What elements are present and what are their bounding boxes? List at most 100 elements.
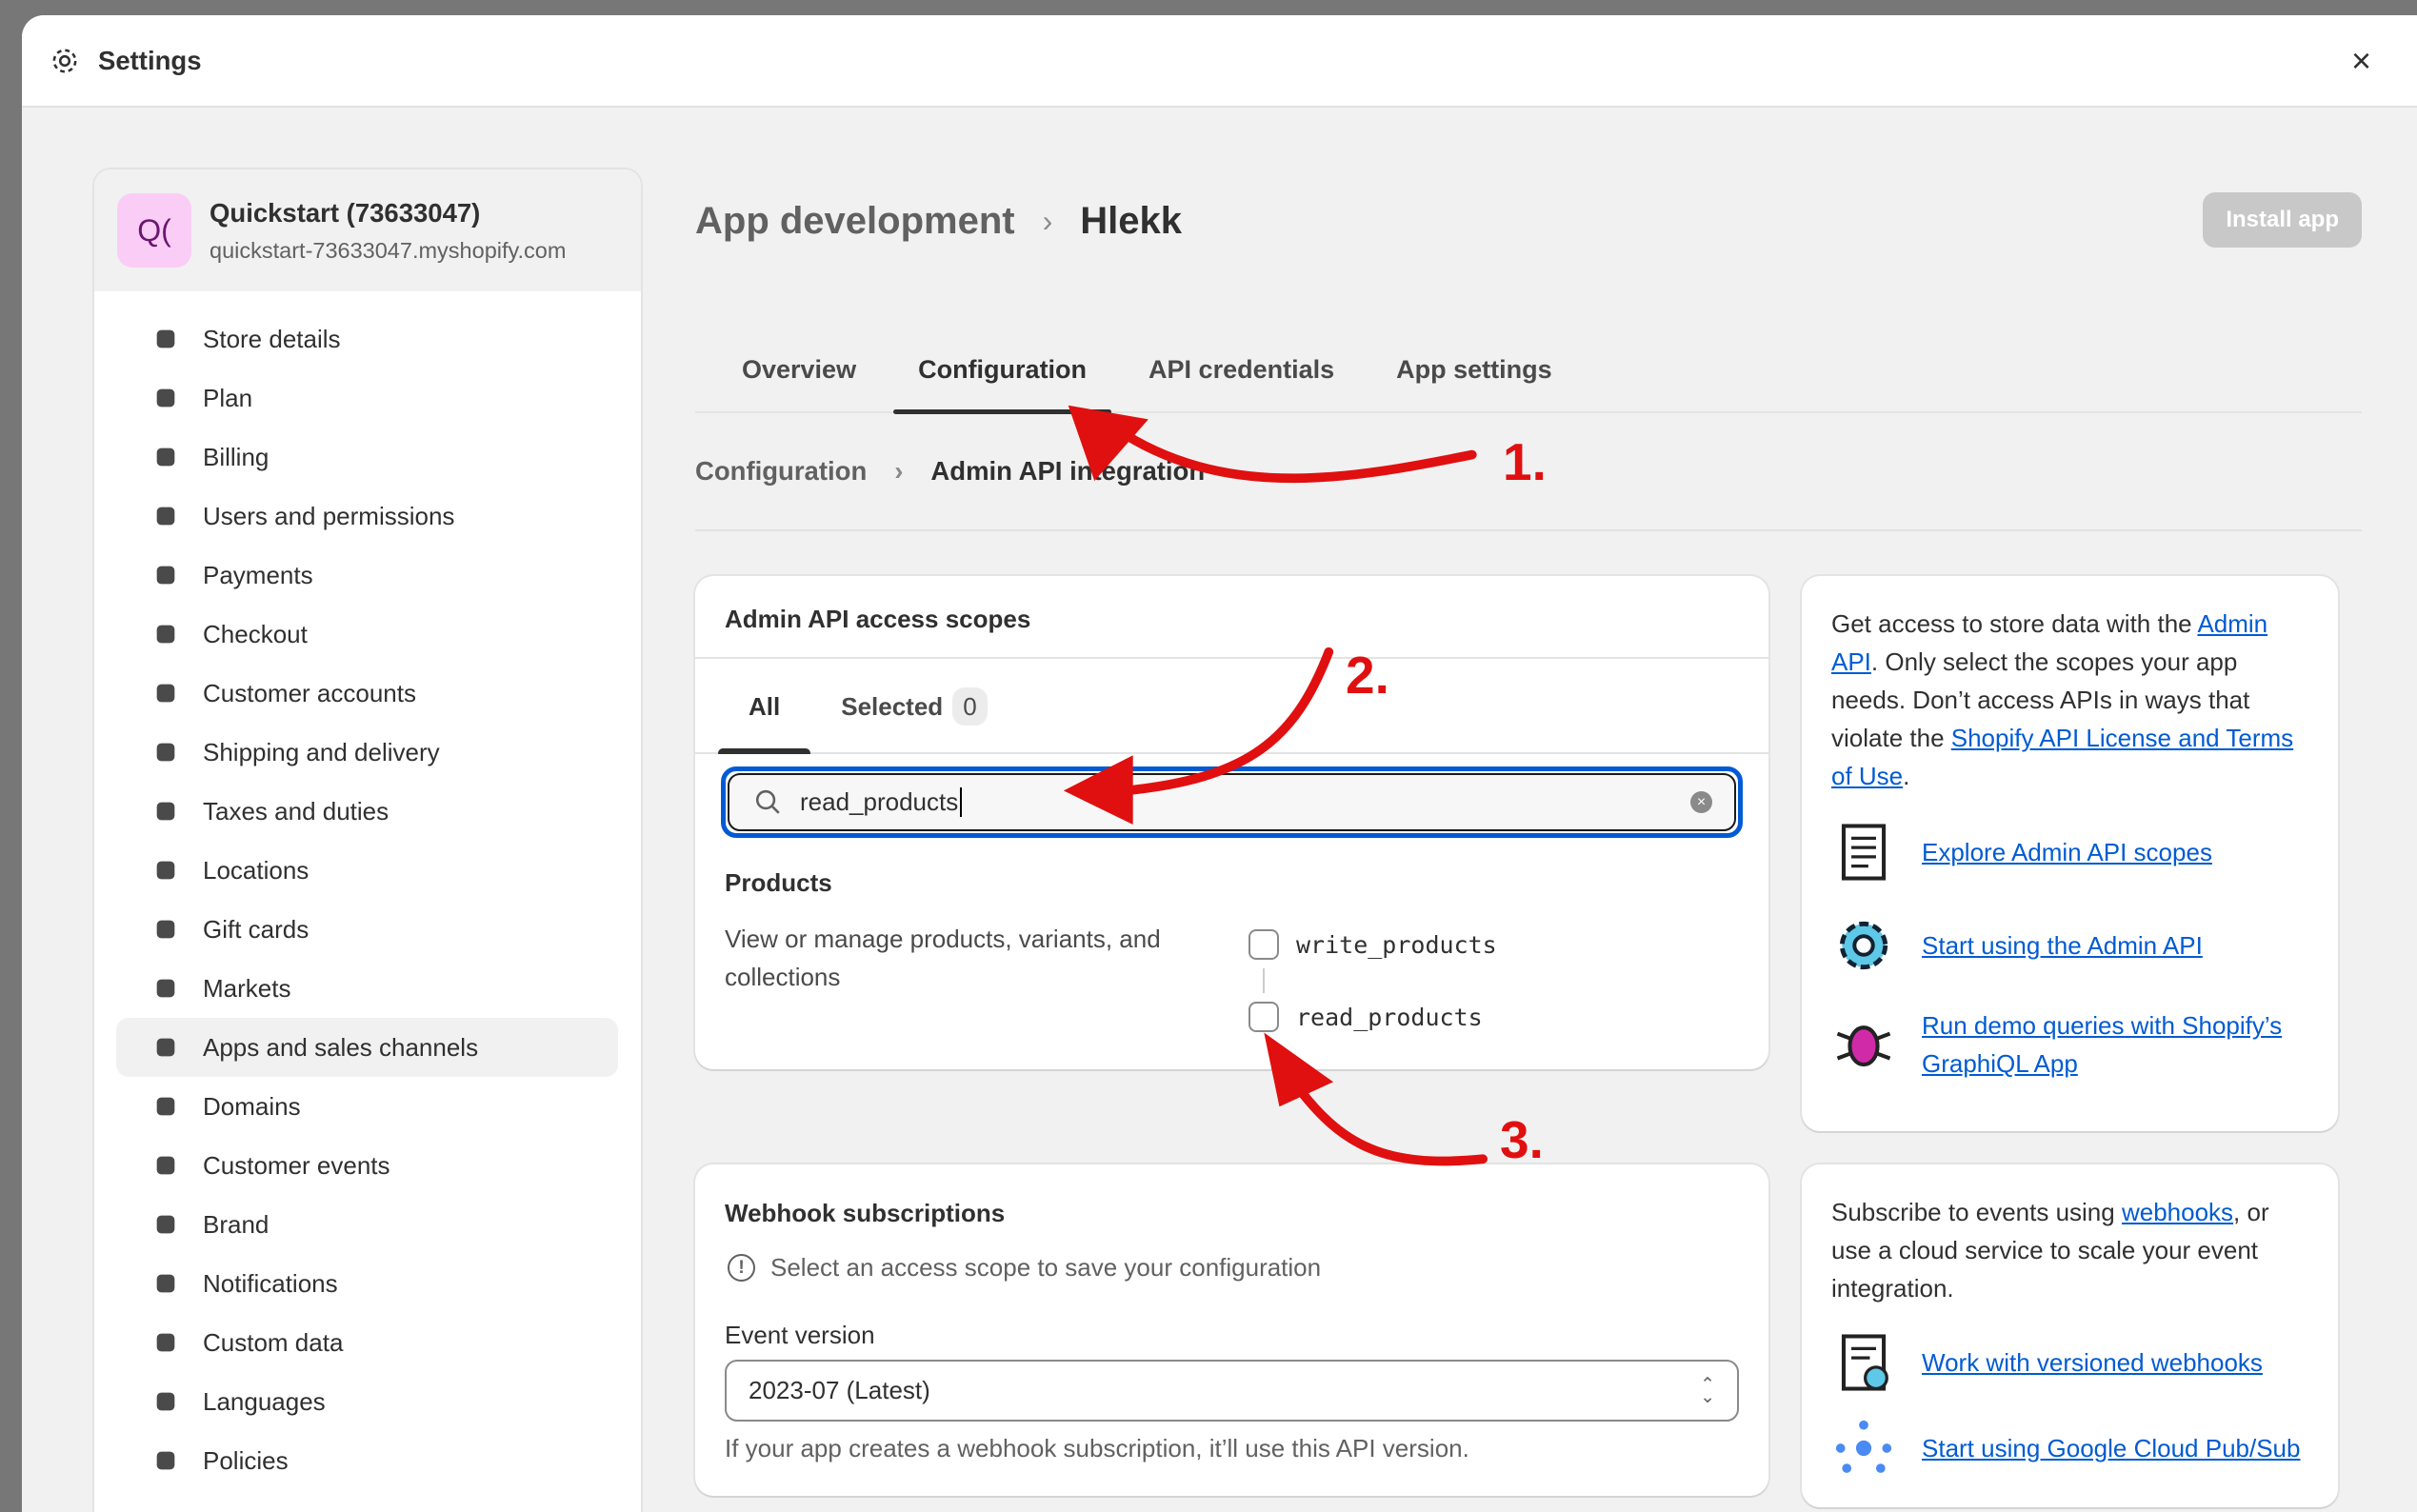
sidebar-item-customer-accounts[interactable]: Customer accounts (116, 664, 618, 723)
sidebar-item-domains[interactable]: Domains (116, 1077, 618, 1136)
language-icon (150, 1386, 181, 1417)
access-scopes-card: Admin API access scopes All Selected 0 re… (695, 576, 1768, 1069)
sidebar-item-checkout[interactable]: Checkout (116, 605, 618, 664)
event-version-label: Event version (725, 1321, 875, 1349)
google-pubsub-link[interactable]: Start using Google Cloud Pub/Sub (1922, 1429, 2300, 1467)
billing-icon (150, 442, 181, 472)
sidebar-item-customer-events[interactable]: Customer events (116, 1136, 618, 1195)
install-app-button[interactable]: Install app (2203, 192, 2362, 248)
event-version-select[interactable]: 2023-07 (Latest) ⌃ ⌄ (725, 1360, 1739, 1422)
main-content: App development › Hlekk Install app Over… (695, 168, 2417, 1507)
document-icon (1841, 824, 1887, 881)
start-admin-api-link[interactable]: Start using the Admin API (1922, 926, 2203, 965)
search-value: read_products (800, 787, 963, 817)
store-icon (150, 324, 181, 354)
versioned-webhooks-link[interactable]: Work with versioned webhooks (1922, 1343, 2263, 1382)
sidebar-item-store-details[interactable]: Store details (116, 309, 618, 368)
sidebar-item-policies[interactable]: Policies (116, 1431, 618, 1490)
tab-overview[interactable]: Overview (717, 327, 881, 411)
search-icon (755, 789, 780, 814)
info-text: Subscribe to events using (1831, 1198, 2122, 1226)
window-title: Settings (98, 45, 202, 75)
sidebar-item-shipping-and-delivery[interactable]: Shipping and delivery (116, 723, 618, 782)
title-bar: Settings × (22, 15, 2417, 108)
scope-option-read-products[interactable]: read_products (1248, 998, 1497, 1036)
document-clock-icon (1841, 1334, 1888, 1391)
explore-scopes-link[interactable]: Explore Admin API scopes (1922, 833, 2212, 871)
events-icon (150, 1150, 181, 1181)
page-header: App development › Hlekk (695, 168, 2417, 275)
sidebar-item-label: Users and permissions (203, 501, 455, 530)
sidebar-item-markets[interactable]: Markets (116, 959, 618, 1018)
sidebar-item-payments[interactable]: Payments (116, 546, 618, 605)
bell-icon (150, 1268, 181, 1299)
tab-app-settings[interactable]: App settings (1371, 327, 1577, 411)
select-value: 2023-07 (Latest) (749, 1376, 930, 1404)
truck-icon (150, 737, 181, 767)
close-button[interactable]: × (2351, 41, 2371, 81)
tab-all[interactable]: All (718, 659, 811, 754)
scope-connector (1263, 968, 1265, 993)
page-title: Hlekk (1080, 200, 1182, 242)
card-title: Admin API access scopes (695, 576, 1768, 659)
alert-icon: ! (728, 1254, 755, 1282)
cart-icon (150, 619, 181, 649)
annotation-step-2: 2. (1346, 646, 1389, 705)
sidebar-item-label: Checkout (203, 619, 308, 648)
annotation-step-3: 3. (1500, 1110, 1544, 1169)
read-products-checkbox[interactable] (1248, 1002, 1279, 1032)
chevron-right-icon: › (894, 456, 904, 486)
store-domain: quickstart-73633047.myshopify.com (210, 237, 567, 263)
sidebar-item-custom-data[interactable]: Custom data (116, 1313, 618, 1372)
sidebar-item-locations[interactable]: Locations (116, 841, 618, 900)
location-icon (150, 855, 181, 885)
tab-api-credentials[interactable]: API credentials (1124, 327, 1359, 411)
sidebar-item-apps-and-sales-channels[interactable]: Apps and sales channels (116, 1018, 618, 1077)
sidebar-item-languages[interactable]: Languages (116, 1372, 618, 1431)
scope-label: read_products (1296, 1003, 1483, 1031)
brand-icon (150, 1209, 181, 1240)
app-tabs: Overview Configuration API credentials A… (695, 327, 2362, 414)
sidebar-item-gift-cards[interactable]: Gift cards (116, 900, 618, 959)
scope-search-input[interactable]: read_products × (721, 766, 1743, 838)
write-products-checkbox[interactable] (1248, 929, 1279, 960)
network-icon (1835, 1420, 1892, 1473)
tab-configuration[interactable]: Configuration (893, 327, 1112, 414)
sidebar-item-label: Plan (203, 383, 253, 412)
webhooks-info-card: Subscribe to events using webhooks, or u… (1802, 1164, 2338, 1507)
plan-icon (150, 383, 181, 413)
sidebar-item-label: Billing (203, 442, 270, 471)
sidebar-item-label: Brand (203, 1209, 270, 1239)
info-text: . (1903, 762, 1910, 790)
scope-group-title: Products (725, 868, 832, 897)
domain-icon (150, 1091, 181, 1122)
clear-search-icon[interactable]: × (1690, 791, 1712, 813)
sidebar-item-users-and-permissions[interactable]: Users and permissions (116, 487, 618, 546)
graphiql-link[interactable]: Run demo queries with Shopify’s GraphiQL… (1922, 1006, 2308, 1083)
admin-api-info-card: Get access to store data with the Admin … (1802, 576, 2338, 1131)
select-chevron-icon: ⌃ ⌄ (1700, 1374, 1715, 1407)
sidebar-item-taxes-and-duties[interactable]: Taxes and duties (116, 782, 618, 841)
sidebar-item-plan[interactable]: Plan (116, 368, 618, 428)
sidebar-nav: Store details Plan Billing Users and permis… (94, 291, 641, 1490)
chevron-right-icon: › (1042, 204, 1053, 238)
breadcrumb-configuration[interactable]: Configuration (695, 456, 867, 487)
tab-selected[interactable]: Selected 0 (810, 659, 1017, 752)
bug-icon (1836, 1025, 1891, 1067)
breadcrumb-current: Admin API integration (930, 456, 1206, 486)
sidebar-item-label: Custom data (203, 1327, 344, 1357)
sidebar-item-billing[interactable]: Billing (116, 428, 618, 487)
sidebar-item-notifications[interactable]: Notifications (116, 1254, 618, 1313)
store-switcher[interactable]: Q( Quickstart (73633047) quickstart-7363… (94, 169, 641, 291)
webhooks-link[interactable]: webhooks (2122, 1198, 2233, 1226)
gear-icon (52, 49, 77, 72)
scope-option-write-products[interactable]: write_products (1248, 925, 1497, 964)
store-name: Quickstart (73633047) (210, 197, 481, 228)
users-icon (150, 501, 181, 531)
breadcrumb-app-development[interactable]: App development (695, 200, 1015, 243)
sidebar-item-brand[interactable]: Brand (116, 1195, 618, 1254)
sidebar-item-label: Policies (203, 1445, 289, 1475)
sidebar-item-label: Shipping and delivery (203, 737, 440, 766)
sidebar-item-label: Gift cards (203, 914, 310, 944)
warning-text: Select an access scope to save your conf… (770, 1253, 1322, 1282)
